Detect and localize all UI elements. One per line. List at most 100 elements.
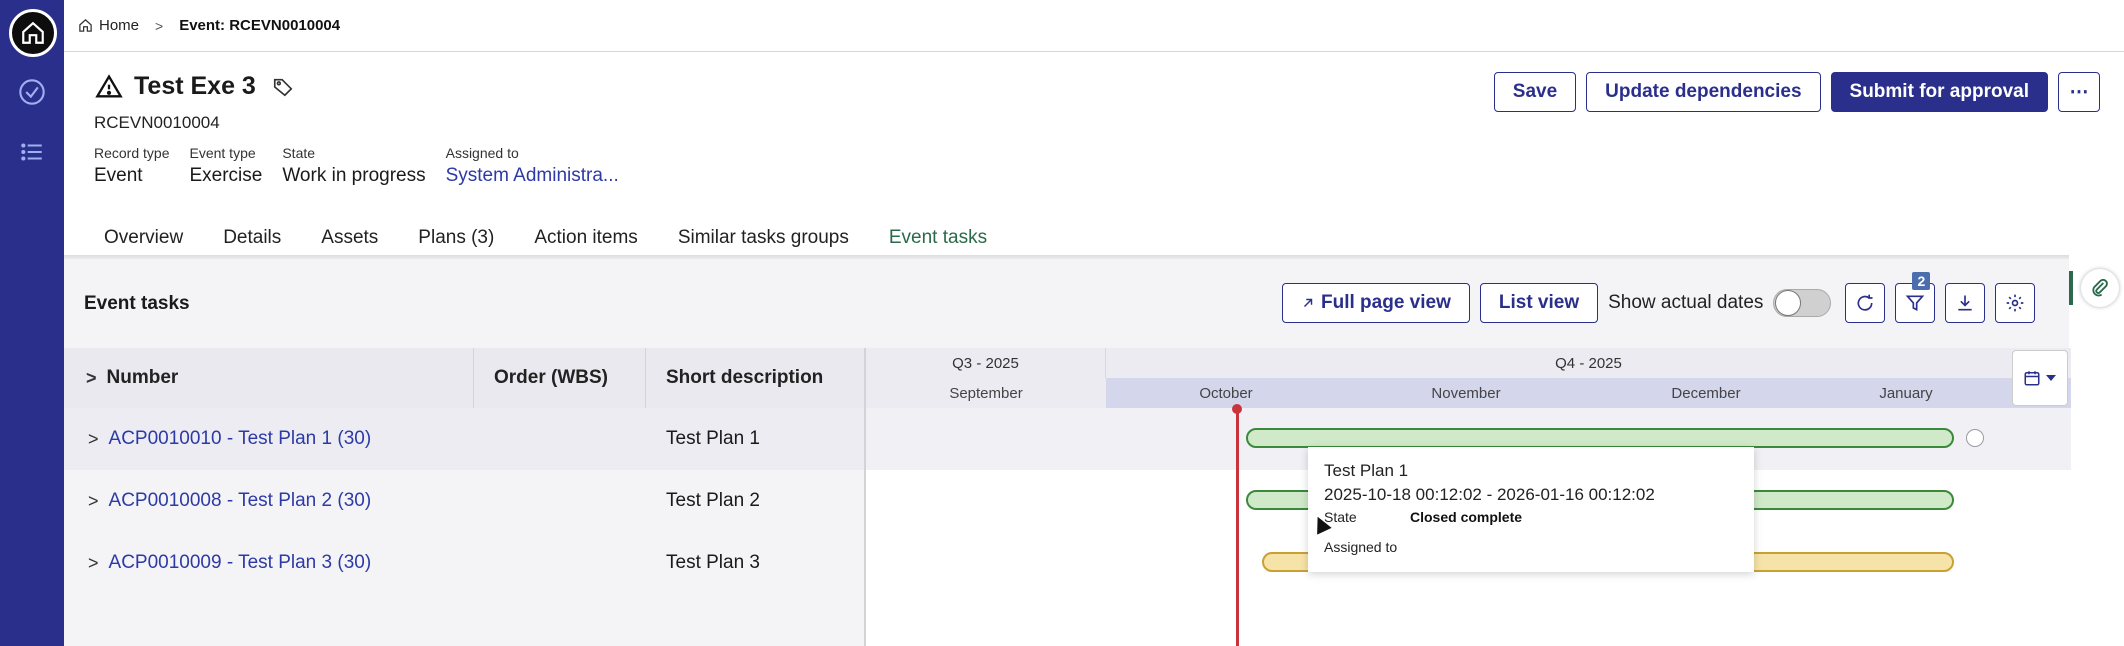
column-header-short-description[interactable]: Short description bbox=[646, 348, 864, 408]
home-icon[interactable] bbox=[9, 9, 57, 57]
app: Home > Event: RCEVN0010004 Test Exe 3 RC… bbox=[0, 0, 2124, 646]
record-number: RCEVN0010004 bbox=[94, 113, 220, 132]
expand-chevron-icon[interactable]: > bbox=[88, 553, 99, 574]
download-button[interactable] bbox=[1945, 283, 1986, 323]
tooltip-dates: 2025-10-18 00:12:02 - 2026-01-16 00:12:0… bbox=[1324, 485, 1655, 504]
record-fields: Record type Event Event type Exercise St… bbox=[94, 145, 619, 187]
field-label: State bbox=[282, 145, 316, 161]
caret-down-icon bbox=[2046, 375, 2056, 381]
month-label: October bbox=[1199, 384, 1253, 402]
list-view-button[interactable]: List view bbox=[1479, 283, 1599, 323]
warning-icon bbox=[95, 73, 123, 97]
number-cell: > ACP0010008 - Test Plan 2 (30) bbox=[64, 490, 474, 512]
tasks-grid: > Number Order (WBS) Short description >… bbox=[64, 348, 2071, 646]
arrow-up-right-icon bbox=[1303, 298, 1313, 308]
record-header: Test Exe 3 RCEVN0010004 Record type Even… bbox=[64, 52, 2124, 262]
today-line bbox=[1236, 408, 1239, 646]
description-cell: Test Plan 1 bbox=[666, 428, 760, 449]
today-marker bbox=[1232, 404, 1242, 414]
assigned-to-link[interactable]: System Administra... bbox=[446, 165, 619, 187]
toggle-knob bbox=[1775, 290, 1802, 316]
field-record-type: Record type Event bbox=[94, 145, 169, 187]
field-value: Work in progress bbox=[282, 165, 426, 186]
quarter-label: Q3 - 2025 bbox=[866, 348, 1106, 378]
breadcrumb-current: Event: RCEVN0010004 bbox=[179, 17, 341, 34]
panel-title: Event tasks bbox=[84, 293, 190, 314]
month-label: September bbox=[866, 378, 1106, 408]
field-value: Exercise bbox=[189, 165, 263, 186]
gear-icon bbox=[2007, 294, 2024, 312]
tooltip-assigned-label: Assigned to bbox=[1324, 539, 1398, 555]
field-label: Event type bbox=[189, 145, 256, 161]
column-header-number[interactable]: > Number bbox=[64, 348, 474, 408]
expand-chevron-icon[interactable]: > bbox=[88, 429, 99, 450]
filter-count-badge: 2 bbox=[1912, 272, 1931, 290]
active-indicator bbox=[2069, 271, 2073, 305]
gantt-bar[interactable] bbox=[1246, 428, 1954, 448]
milestone-circle-icon[interactable] bbox=[1966, 429, 1984, 447]
expand-chevron-icon[interactable]: > bbox=[88, 491, 99, 512]
month-label: January bbox=[1879, 384, 1933, 402]
table-header: > Number Order (WBS) Short description bbox=[64, 348, 864, 408]
filter-button[interactable]: 2 bbox=[1895, 272, 1936, 323]
table-row[interactable]: > ACP0010008 - Test Plan 2 (30) Test Pla… bbox=[64, 470, 864, 532]
gantt-tooltip: Test Plan 1 2025-10-18 00:12:02 - 2026-0… bbox=[1308, 447, 1754, 572]
tooltip-state-value: Closed complete bbox=[1410, 509, 1523, 525]
table-row[interactable]: > ACP0010009 - Test Plan 3 (30) Test Pla… bbox=[64, 532, 864, 594]
table-row[interactable]: > ACP0010010 - Test Plan 1 (30) Test Pla… bbox=[64, 408, 864, 470]
settings-button[interactable] bbox=[1995, 283, 2036, 323]
save-button[interactable]: Save bbox=[1493, 72, 1577, 112]
home-small-icon bbox=[79, 19, 92, 32]
record-link[interactable]: ACP0010010 - Test Plan 1 (30) bbox=[109, 428, 372, 450]
tooltip-title: Test Plan 1 bbox=[1324, 461, 1409, 480]
show-actual-dates-label: Show actual dates bbox=[1608, 292, 1764, 313]
breadcrumb-home[interactable]: Home bbox=[78, 17, 139, 34]
submit-for-approval-button[interactable]: Submit for approval bbox=[1830, 72, 2048, 112]
description-cell: Test Plan 2 bbox=[666, 490, 760, 511]
check-circle-icon[interactable] bbox=[17, 77, 47, 107]
update-dependencies-button[interactable]: Update dependencies bbox=[1586, 72, 1821, 112]
field-state: State Work in progress bbox=[282, 145, 425, 187]
month-label: December bbox=[1671, 384, 1741, 402]
title-row: Test Exe 3 bbox=[94, 72, 294, 101]
tooltip-state: State Closed complete bbox=[1324, 509, 1738, 525]
refresh-icon bbox=[1857, 294, 1873, 311]
tag-icon[interactable] bbox=[272, 76, 294, 98]
timescale-button[interactable] bbox=[2012, 350, 2068, 406]
calendar-icon bbox=[2024, 371, 2040, 386]
column-label: Number bbox=[106, 367, 179, 388]
column-header-wbs[interactable]: Order (WBS) bbox=[474, 348, 646, 408]
more-actions-button[interactable]: ⋯ bbox=[2058, 72, 2100, 112]
page-title: Test Exe 3 bbox=[134, 72, 256, 100]
show-actual-dates-toggle[interactable] bbox=[1773, 289, 1832, 317]
chevron-right-icon[interactable]: > bbox=[86, 368, 97, 389]
full-page-view-label: Full page view bbox=[1321, 292, 1451, 313]
download-icon bbox=[1958, 295, 1973, 311]
panel-toolbar: Full page view List view Show actual dat… bbox=[1282, 272, 2036, 323]
record-link[interactable]: ACP0010008 - Test Plan 2 (30) bbox=[109, 490, 372, 512]
number-cell: > ACP0010010 - Test Plan 1 (30) bbox=[64, 428, 474, 450]
left-rail bbox=[0, 0, 64, 646]
header-actions: Save Update dependencies Submit for appr… bbox=[1493, 72, 2100, 112]
tooltip-assigned: Assigned to bbox=[1324, 539, 1738, 555]
field-value: Event bbox=[94, 165, 143, 186]
table-body: > ACP0010010 - Test Plan 1 (30) Test Pla… bbox=[64, 408, 864, 594]
breadcrumb-home-label: Home bbox=[99, 17, 140, 34]
number-cell: > ACP0010009 - Test Plan 3 (30) bbox=[64, 552, 474, 574]
paperclip-icon[interactable] bbox=[2081, 269, 2119, 307]
month-label: November bbox=[1431, 384, 1501, 402]
list-icon[interactable] bbox=[17, 137, 47, 167]
filter-icon bbox=[1906, 295, 1925, 312]
tooltip-state-label: State bbox=[1324, 509, 1357, 525]
field-label: Record type bbox=[94, 145, 170, 161]
field-event-type: Event type Exercise bbox=[189, 145, 262, 187]
quarter-label: Q4 - 2025 bbox=[1106, 348, 2071, 378]
record-link[interactable]: ACP0010009 - Test Plan 3 (30) bbox=[109, 552, 372, 574]
field-assigned-to: Assigned to System Administra... bbox=[446, 145, 619, 187]
right-side-strip bbox=[2069, 259, 2124, 646]
description-cell: Test Plan 3 bbox=[666, 552, 760, 573]
field-label: Assigned to bbox=[445, 145, 519, 161]
breadcrumb: Home > Event: RCEVN0010004 bbox=[64, 0, 2124, 52]
full-page-view-button[interactable]: Full page view bbox=[1282, 283, 1470, 323]
refresh-button[interactable] bbox=[1845, 283, 1886, 323]
